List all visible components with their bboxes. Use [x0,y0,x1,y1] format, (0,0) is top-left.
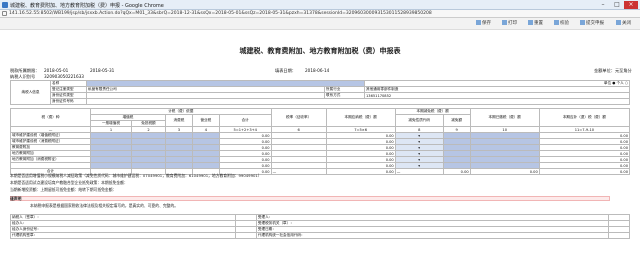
form-toolbar: 保存 打印 重置 校验 提交申报 关闭 [0,18,640,30]
maximize-icon[interactable]: □ [610,1,624,9]
reset-button[interactable]: 重置 [526,20,545,28]
close-icon[interactable]: × [624,1,638,9]
tax-table: 税（费）种 计税（费）依据 税率（征收率） 本期应纳税（费）额 本期减免税（费）… [10,108,631,175]
submit-icon [580,20,585,25]
period-from: 2018-05-01 [44,68,69,73]
form-title: 城建税、教育费附加、地方教育附加税（费）申报表 [239,47,401,55]
window-title: 城建税、教育费附加、地方教育附加税（费）申报 - Google Chrome [10,3,164,9]
agency-code-field[interactable] [607,232,631,239]
address-bar[interactable]: 141.16.52.55:8502/WB199/jsp/sb/jsxxb.Act… [0,10,640,18]
fill-date-label: 填表日期： [275,68,296,73]
lock-icon [2,11,7,16]
declaration-form: 城建税、教育费附加、地方教育附加税（费）申报表 税款所属期限： 2018-05-… [0,30,640,275]
page-icon [2,2,8,8]
url-text[interactable]: 141.16.52.55:8502/WB199/jsp/sb/jsxxb.Act… [9,11,432,16]
close-icon [616,20,621,25]
taxpayer-id: 320903050221633 [44,74,84,79]
note-1: 本期是否适用增值税小规模纳税人减征政策（减免性质代码：城市维护建设税：07049… [10,173,262,178]
declaration-text: 本纳税申报表是根据国家税收法律法规及相关规定填写的，是真实的、可靠的、完整的。 [30,203,179,208]
check-icon [554,20,559,25]
save-button[interactable]: 保存 [474,20,493,28]
taxpayer-info-table: 纳税人信息 名称 单位 ● 个人 ○ 登记注册类型 私营有限责任公司 所属行业 … [10,80,630,105]
window-title-bar: 城建税、教育费附加、地方教育附加税（费）申报 - Google Chrome –… [0,0,640,10]
validate-button[interactable]: 校验 [552,20,571,28]
signature-table: 纳税人（签章）： 受理人： 经办人： 受理税务机关（章）： 经办人身份证号： 受… [10,214,631,239]
note-2: 本期是否适用试点建设培育产教融合型企业抵免政策：本期抵免金额： [10,180,128,185]
declaration-box [10,196,610,201]
save-icon [476,20,481,25]
unit-label: 金额单位：元至角分 [594,68,632,73]
reset-icon [528,20,533,25]
note-3: 当期新增投资额：上期留抵可抵免金额：结转下期可抵免金额： [10,187,117,192]
agency-sign-field[interactable] [234,232,257,239]
taxpayer-info-label: 纳税人信息 [10,80,51,105]
print-button[interactable]: 打印 [500,20,519,28]
period-to: 2018-05-31 [90,68,115,73]
id-number-field[interactable] [86,98,630,105]
print-icon [502,20,507,25]
minimize-icon[interactable]: – [596,1,610,9]
submit-button[interactable]: 提交申报 [578,20,606,28]
fill-date: 2018-06-14 [305,68,330,73]
declaration-head: 谨声明 [10,196,22,201]
close-button[interactable]: 关闭 [614,20,633,28]
